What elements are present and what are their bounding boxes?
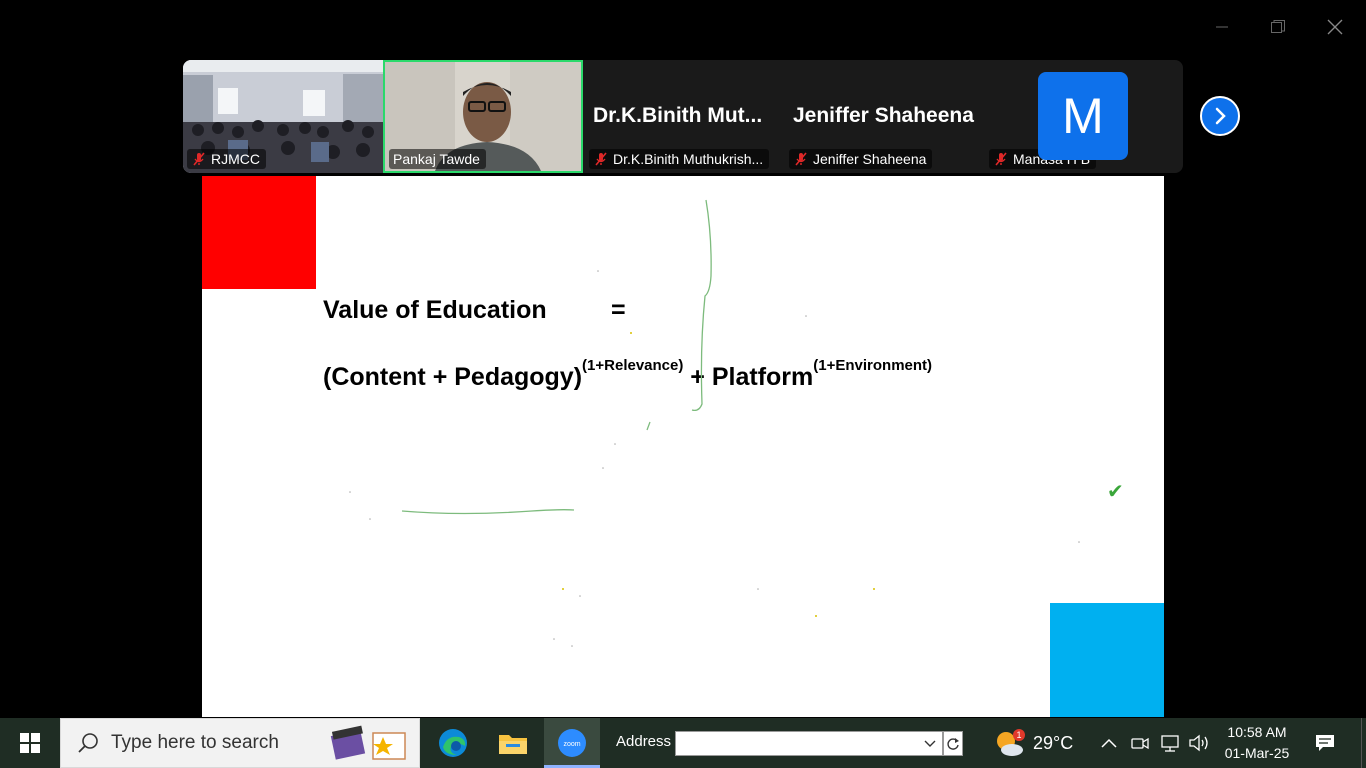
formula-part2: + Platform <box>683 363 814 391</box>
slide-red-square <box>202 176 316 289</box>
participant-tile-pankaj-tawde[interactable]: Pankaj Tawde <box>383 60 583 173</box>
start-button[interactable] <box>0 718 60 768</box>
clock-date: 01-Mar-25 <box>1224 745 1290 761</box>
search-highlight-illustration-icon <box>330 725 406 760</box>
notification-center-button[interactable] <box>1310 718 1340 768</box>
show-desktop-button[interactable] <box>1361 718 1366 768</box>
minimize-button[interactable] <box>1209 14 1235 40</box>
participant-name: Pankaj Tawde <box>393 151 480 167</box>
formula-part1: (Content + Pedagogy) <box>323 363 583 391</box>
participant-label: Pankaj Tawde <box>389 149 486 169</box>
search-icon <box>78 733 98 753</box>
next-participants-button[interactable] <box>1200 96 1240 136</box>
zoom-app-icon: zoom <box>558 729 586 757</box>
svg-text:zoom: zoom <box>563 741 580 748</box>
camera-icon <box>1131 737 1149 750</box>
slide-equals: = <box>611 296 626 324</box>
speaker-volume-icon <box>1189 734 1208 752</box>
close-icon <box>1327 19 1343 35</box>
participant-name: Dr.K.Binith Muthukrish... <box>613 151 764 167</box>
annotation-underline <box>401 509 575 515</box>
participant-avatar: M <box>1038 72 1128 160</box>
volume-button[interactable] <box>1186 718 1212 768</box>
annotation-tick-mark <box>646 421 651 431</box>
network-icon <box>1161 735 1179 752</box>
meet-now-button[interactable] <box>1128 718 1152 768</box>
taskbar: Type here to search zoom Address 1 29°C … <box>0 718 1366 768</box>
taskbar-zoom[interactable]: zoom <box>544 718 600 768</box>
address-toolbar-label: Address <box>616 733 672 750</box>
edge-browser-icon <box>439 729 467 757</box>
mic-muted-icon <box>193 152 205 166</box>
refresh-icon <box>947 737 959 750</box>
slide-formula: (Content + Pedagogy)(1+Relevance) + Plat… <box>323 357 932 392</box>
weather-sun-cloud-icon: 1 <box>997 729 1025 756</box>
notification-icon <box>1316 735 1334 751</box>
slide-heading: Value of Education <box>323 296 547 324</box>
minimize-icon <box>1216 26 1228 28</box>
chevron-down-icon <box>924 740 936 747</box>
participant-display-name: Jeniffer Shaheena <box>793 104 974 127</box>
participant-label: Dr.K.Binith Muthukrish... <box>589 149 770 169</box>
show-hidden-icons-button[interactable] <box>1097 718 1121 768</box>
chevron-up-icon <box>1101 738 1117 748</box>
participant-label: Jeniffer Shaheena <box>789 149 933 169</box>
address-refresh-button[interactable] <box>943 731 963 756</box>
temperature: 29°C <box>1033 733 1074 753</box>
participant-tile-binith[interactable]: Dr.K.Binith Mut... Dr.K.Binith Muthukris… <box>585 60 785 173</box>
shared-screen-slide: Value of Education = (Content + Pedagogy… <box>202 176 1164 717</box>
participant-label: RJMCC <box>187 149 266 169</box>
participant-tile-rjmcc[interactable]: RJMCC <box>183 60 383 173</box>
restore-button[interactable] <box>1265 14 1291 40</box>
formula-exponent-relevance: (1+Relevance) <box>582 357 684 374</box>
formula-exponent-environment: (1+Environment) <box>813 357 933 374</box>
taskbar-file-explorer[interactable] <box>486 718 540 768</box>
clock-time: 10:58 AM <box>1227 724 1287 740</box>
annotation-checkmark: ✔ <box>1107 481 1124 503</box>
taskbar-search-box[interactable]: Type here to search <box>60 718 420 768</box>
mic-muted-icon <box>995 152 1007 166</box>
address-input[interactable] <box>675 731 943 756</box>
mic-muted-icon <box>795 152 807 166</box>
taskbar-clock[interactable]: 10:58 AM 01-Mar-25 <box>1214 722 1300 764</box>
annotation-layer <box>349 199 1080 647</box>
close-button[interactable] <box>1322 14 1348 40</box>
windows-logo-icon <box>20 733 40 753</box>
mic-muted-icon <box>595 152 607 166</box>
weather-badge: 1 <box>1016 730 1021 740</box>
annotation-dots <box>349 270 1080 647</box>
weather-widget[interactable]: 1 <box>990 718 1030 768</box>
participant-name: Jeniffer Shaheena <box>813 151 927 167</box>
search-placeholder: Type here to search <box>111 732 279 753</box>
chevron-right-icon <box>1215 107 1226 125</box>
restore-icon <box>1271 20 1285 33</box>
participant-tile-jeniffer[interactable]: Jeniffer Shaheena Jeniffer Shaheena <box>785 60 985 173</box>
participant-display-name: Dr.K.Binith Mut... <box>593 104 763 127</box>
folder-icon <box>499 735 527 754</box>
participant-name: RJMCC <box>211 151 260 167</box>
taskbar-edge[interactable] <box>426 718 480 768</box>
slide-blue-square <box>1050 603 1164 717</box>
network-button[interactable] <box>1157 718 1183 768</box>
participant-strip: RJMCC Pankaj Tawde Dr.K.Binith Mut... Dr… <box>183 60 1183 173</box>
